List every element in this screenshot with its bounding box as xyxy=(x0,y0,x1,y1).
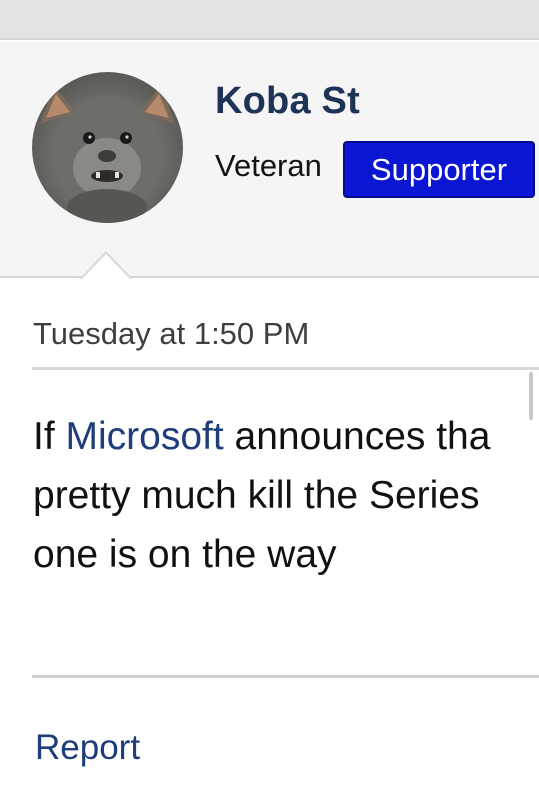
post-body: If Microsoft announces tha pretty much k… xyxy=(33,407,539,584)
post-timestamp[interactable]: Tuesday at 1:50 PM xyxy=(33,316,309,352)
post-line-2: pretty much kill the Series xyxy=(33,474,480,517)
header-divider xyxy=(32,367,539,370)
report-link[interactable]: Report xyxy=(35,728,140,768)
user-avatar[interactable] xyxy=(32,72,183,223)
header-pointer-caret xyxy=(79,251,133,280)
username[interactable]: Koba St xyxy=(215,80,360,123)
bat-photo-avatar-icon xyxy=(40,86,175,223)
user-title: Veteran xyxy=(215,148,322,183)
post-line-3: one is on the way xyxy=(33,533,337,576)
post-text-prefix: If xyxy=(33,415,66,458)
top-bar-strip xyxy=(0,0,539,40)
supporter-badge: Supporter xyxy=(343,141,535,198)
post-text-suffix: announces tha xyxy=(223,415,491,458)
post-line-1: If Microsoft announces tha xyxy=(33,407,539,466)
footer-divider xyxy=(32,675,539,678)
microsoft-link[interactable]: Microsoft xyxy=(66,415,224,458)
